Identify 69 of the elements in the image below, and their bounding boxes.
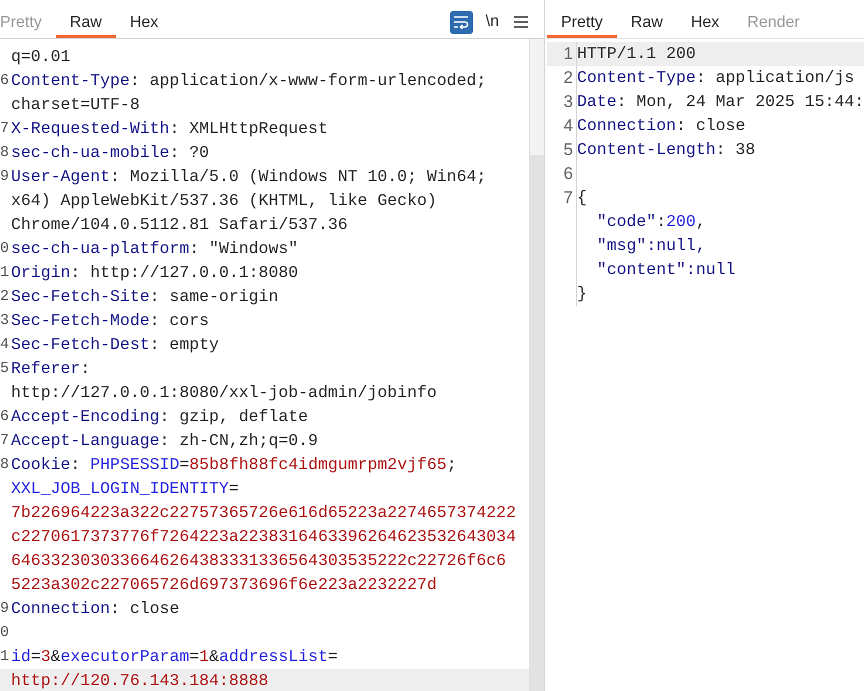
line-number: 1 [564, 43, 573, 66]
code-line: Connection: close [11, 598, 180, 620]
code-line: Cookie: PHPSESSID=85b8fh88fc4idmgumrpm2vjf65; [11, 454, 457, 476]
code-line: Accept-Encoding: gzip, deflate [11, 406, 308, 428]
line-number: 8 [0, 454, 9, 475]
code-line: "code":200, [596, 210, 706, 233]
line-number: 5 [564, 139, 573, 162]
wrap-toggle[interactable] [450, 10, 473, 34]
code-line: User-Agent: Mozilla/5.0 (Windows NT 10.0; Win64; [11, 166, 486, 188]
code-line: x64) AppleWebKit/537.36 (KHTML, like Gecko) [11, 190, 437, 212]
code-line: 6463323030336646264383331336564303535222c22726f6c6 [11, 550, 506, 572]
line-number: 0 [0, 622, 9, 643]
line-number: 7 [0, 430, 9, 451]
menu-icon [514, 16, 528, 28]
code-line: Origin: http://127.0.0.1:8080 [11, 262, 298, 284]
code-line: Content-Type: application/js [577, 66, 854, 89]
newline-toggle[interactable]: \n [482, 10, 502, 34]
code-line: Sec-Fetch-Site: same-origin [11, 286, 278, 308]
code-line: "msg":null, [596, 234, 706, 257]
line-number: 1 [0, 262, 9, 283]
code-line: XXL_JOB_LOGIN_IDENTITY= [11, 478, 239, 500]
line-number: 4 [0, 334, 9, 355]
line-number: 9 [0, 598, 9, 619]
code-line: Accept-Language: zh-CN,zh;q=0.9 [11, 430, 318, 452]
code-line: Chrome/104.0.5112.81 Safari/537.36 [11, 214, 348, 236]
line-number: 2 [564, 67, 573, 90]
code-line: "content":null [596, 258, 736, 281]
scrollbar[interactable] [530, 39, 544, 691]
code-line: sec-ch-ua-mobile: ?0 [11, 142, 210, 164]
wrap-icon [453, 15, 470, 29]
line-number: 1 [0, 646, 9, 667]
line-number: 7 [0, 118, 9, 139]
code-line: X-Requested-With: XMLHttpRequest [11, 118, 328, 140]
code-line: c2270617373776f7264223a2238316463396264623532643034 [11, 526, 516, 548]
code-line: { [577, 186, 587, 209]
code-line: 7b226964223a322c22757365726e616d65223a2274657374222 [11, 502, 516, 524]
code-line: 5223a302c227065726d697373696f6e223a2232227d [11, 574, 437, 596]
code-line: } [577, 282, 587, 305]
line-number: 6 [0, 70, 9, 91]
code-line: q=0.01 [11, 46, 70, 68]
line-number: 6 [564, 163, 573, 186]
line-number: 5 [0, 358, 9, 379]
line-number: 8 [0, 142, 9, 163]
line-number: 3 [0, 310, 9, 331]
tab[interactable]: Raw [616, 10, 677, 38]
line-number: 6 [0, 406, 9, 427]
code-line: Sec-Fetch-Mode: cors [11, 310, 210, 332]
code-line: Sec-Fetch-Dest: empty [11, 334, 219, 356]
tab[interactable]: Hex [116, 10, 172, 38]
code-line: Date: Mon, 24 Mar 2025 15:44: [577, 90, 864, 113]
tab[interactable]: Raw [56, 10, 116, 38]
line-number: 9 [0, 166, 9, 187]
code-line: Content-Type: application/x-www-form-urlencoded; [11, 70, 486, 92]
line-number: 0 [0, 238, 9, 259]
code-line: id=3&executorParam=1&addressList= [11, 646, 338, 668]
code-line: sec-ch-ua-platform: "Windows" [11, 238, 298, 260]
scrollbar-thumb[interactable] [530, 155, 544, 691]
code-line: Referer: [11, 358, 90, 380]
code-line: Connection: close [577, 114, 746, 137]
code-line: http://127.0.0.1:8080/xxl-job-admin/jobinfo [11, 382, 437, 404]
code-line: charset=UTF-8 [11, 94, 140, 116]
tab[interactable]: Pretty [547, 10, 617, 38]
menu-button[interactable] [512, 13, 530, 31]
code-line: Content-Length: 38 [577, 138, 756, 161]
line-number: 7 [564, 187, 573, 210]
line-number: 3 [564, 91, 573, 114]
line-number: 2 [0, 286, 9, 307]
line-number: 4 [564, 115, 573, 138]
tab[interactable]: Hex [676, 10, 734, 38]
